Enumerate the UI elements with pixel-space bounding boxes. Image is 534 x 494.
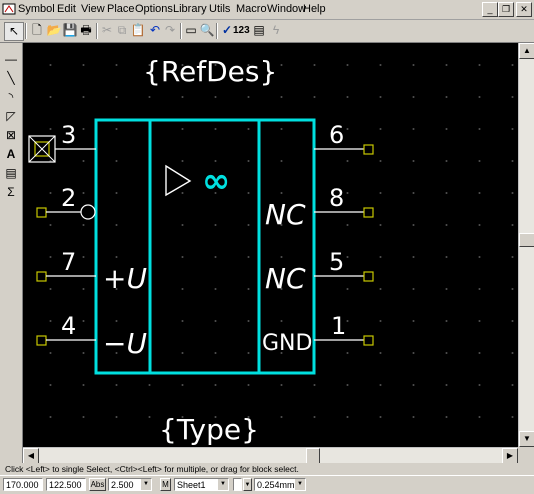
paste-icon[interactable]: 📋 — [129, 22, 147, 39]
pin-number: 1 — [331, 312, 346, 340]
diagonal-line-icon[interactable]: ╲ — [3, 70, 19, 86]
inverting-bubble-icon — [80, 204, 96, 220]
menu-place[interactable]: Place — [107, 3, 135, 16]
menu-help[interactable]: Help — [303, 3, 326, 16]
vertical-scrollbar[interactable]: ▲ ▼ — [518, 43, 534, 447]
m-toggle-button[interactable]: M — [160, 478, 171, 491]
app-icon[interactable] — [2, 2, 16, 16]
opamp-triangle-icon — [165, 164, 192, 197]
pin-8[interactable]: 8 NC — [265, 184, 374, 231]
pin-label: GND — [262, 331, 312, 356]
menu-window[interactable]: Window — [267, 3, 306, 16]
restore-icon[interactable]: ❐ — [498, 2, 514, 17]
status-hint: Click <Left> to single Select, <Ctrl><Le… — [0, 463, 534, 475]
sheet-select[interactable]: Sheet1 ▼ — [174, 478, 229, 491]
pin-label: −U — [103, 327, 147, 360]
redo-icon[interactable]: ↷ — [161, 22, 179, 39]
horizontal-scrollbar[interactable]: ◀ ▶ — [23, 447, 518, 464]
text-tool-icon[interactable]: A — [3, 146, 19, 162]
new-file-icon[interactable]: 🗋 — [28, 22, 46, 39]
pin-icon[interactable]: ⊠ — [3, 127, 19, 143]
menu-options[interactable]: Options — [135, 3, 173, 16]
pin-label: +U — [103, 262, 147, 295]
pin-number: 7 — [61, 248, 76, 276]
pin-3[interactable]: 3 — [28, 121, 96, 163]
zoom-icon[interactable]: 🔍 — [198, 22, 216, 39]
menu-library[interactable]: Library — [173, 3, 207, 16]
abs-toggle-button[interactable]: Abs — [89, 478, 106, 491]
grid-select[interactable]: 2.500 ▼ — [108, 478, 152, 491]
menu-view[interactable]: View — [81, 3, 105, 16]
menu-symbol[interactable]: Symbol — [18, 3, 55, 16]
renumber-button[interactable]: 123 — [233, 22, 250, 39]
symbol-drawing: ∞ {RefDes} {Type} 3 2 7 +U 4 −U 6 8 NC 5… — [28, 55, 374, 446]
color-swatch[interactable] — [233, 478, 242, 491]
type-attribute[interactable]: {Type} — [159, 413, 259, 446]
vertical-scroll-thumb[interactable] — [519, 233, 534, 247]
chevron-down-icon: ▼ — [141, 479, 151, 490]
pin-number: 2 — [61, 184, 76, 212]
scrollbar-corner — [518, 447, 534, 463]
chevron-down-icon: ▼ — [295, 479, 305, 490]
toolbar: ↖ 🗋 📂 💾 🖶 ✂ ⧉ 📋 ↶ ↷ ▭ 🔍 ✓ 123 ▤ ϟ — [0, 20, 534, 43]
pin-label: NC — [265, 262, 306, 295]
pin-5[interactable]: 5 NC — [265, 248, 374, 295]
x-coordinate: 170.000 — [3, 478, 43, 491]
horizontal-scroll-thumb[interactable] — [306, 448, 320, 464]
pin-label: NC — [265, 198, 306, 231]
menu-utils[interactable]: Utils — [209, 3, 230, 16]
line-width-select[interactable]: 0.254mm ▼ — [254, 478, 306, 491]
menu-bar: Symbol Edit View Place Options Library U… — [0, 0, 534, 20]
lightning-icon[interactable]: ϟ — [267, 22, 285, 39]
pin-number: 5 — [329, 248, 344, 276]
separator — [25, 23, 27, 39]
chevron-down-icon: ▼ — [218, 479, 228, 490]
scroll-up-icon[interactable]: ▲ — [519, 43, 534, 59]
scroll-left-icon[interactable]: ◀ — [23, 448, 39, 464]
menu-macro[interactable]: Macro — [236, 3, 267, 16]
minimize-icon[interactable]: _ — [482, 2, 498, 17]
pin-number: 4 — [61, 312, 76, 340]
drawing-tools: — ╲ ◝ ◸ ⊠ A ▤ Σ — [0, 43, 23, 463]
pin-6[interactable]: 6 — [314, 121, 374, 155]
sum-icon[interactable]: Σ — [3, 184, 19, 200]
polygon-icon[interactable]: ◸ — [3, 108, 19, 124]
menu-edit[interactable]: Edit — [57, 3, 76, 16]
coordinate-bar: 170.000 122.500 Abs 2.500 ▼ M Sheet1 ▼ ▼ 0… — [0, 475, 534, 494]
y-coordinate: 122.500 — [46, 478, 86, 491]
pin-7[interactable]: 7 +U — [36, 248, 147, 295]
close-icon[interactable]: ✕ — [516, 2, 532, 17]
pin-4[interactable]: 4 −U — [36, 312, 147, 360]
select-arrow-icon[interactable]: ↖ — [4, 22, 24, 41]
pin-1[interactable]: 1 GND — [262, 312, 374, 356]
pin-2[interactable]: 2 — [36, 184, 96, 220]
print-icon[interactable]: 🖶 — [77, 22, 95, 39]
infinity-symbol: ∞ — [202, 161, 230, 201]
line-tool-icon[interactable]: — — [3, 51, 19, 67]
pin-number: 8 — [329, 184, 344, 212]
color-dropdown-icon[interactable]: ▼ — [243, 478, 252, 491]
drawing-canvas[interactable]: ∞ {RefDes} {Type} 3 2 7 +U 4 −U 6 8 NC 5… — [23, 43, 518, 447]
arc-icon[interactable]: ◝ — [3, 89, 19, 105]
pin-number: 6 — [329, 121, 344, 149]
report-icon[interactable]: ▤ — [250, 22, 268, 39]
refdes-attribute[interactable]: {RefDes} — [143, 55, 277, 88]
pin-number: 3 — [61, 121, 76, 149]
attribute-icon[interactable]: ▤ — [3, 165, 19, 181]
scroll-right-icon[interactable]: ▶ — [502, 448, 518, 464]
scroll-down-icon[interactable]: ▼ — [519, 431, 534, 447]
